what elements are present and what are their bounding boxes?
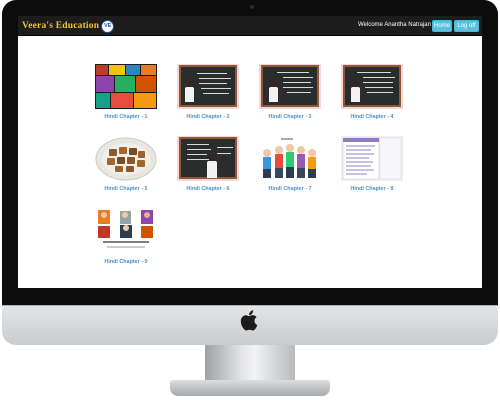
cartoon-children-image <box>263 138 316 178</box>
chapter-thumbnail[interactable] <box>95 136 157 181</box>
chapter-thumbnail[interactable] <box>341 64 403 109</box>
chapter-link[interactable]: Hindi Chapter - 1 <box>91 114 161 120</box>
chapter-thumbnail[interactable] <box>259 136 321 181</box>
chapter-link[interactable]: Hindi Chapter - 2 <box>173 114 243 120</box>
chapter-thumbnail[interactable] <box>177 136 239 181</box>
brand-title: Veera's Education <box>22 21 100 31</box>
apple-logo-icon <box>240 310 258 331</box>
brand-logo-icon: VE <box>101 19 115 33</box>
blackboard-image <box>179 137 237 179</box>
chapter-link[interactable]: Hindi Chapter - 9 <box>91 259 161 265</box>
chapter-thumbnail[interactable] <box>259 64 321 109</box>
chapter-link[interactable]: Hindi Chapter - 8 <box>337 186 407 192</box>
logoff-button[interactable]: Log off <box>454 20 479 32</box>
camera-dot <box>250 5 254 9</box>
collage-image <box>95 64 157 109</box>
singular-plural-image <box>95 209 157 254</box>
blackboard-image <box>261 65 319 107</box>
welcome-text: Welcome Anantha Natrajan <box>358 22 431 28</box>
chapter-thumbnail[interactable] <box>95 209 157 254</box>
brand[interactable]: Veera's Education VE <box>22 19 115 33</box>
chapter-card[interactable]: Hindi Chapter - 7 <box>255 136 325 202</box>
chapter-card[interactable]: Hindi Chapter - 4 <box>337 64 407 130</box>
chapter-thumbnail[interactable] <box>95 64 157 109</box>
chapter-card[interactable]: Hindi Chapter - 8 <box>337 136 407 202</box>
chapter-card[interactable]: Hindi Chapter - 6 <box>173 136 243 202</box>
chapter-card[interactable]: Hindi Chapter - 1 <box>91 64 161 130</box>
chapter-thumbnail[interactable] <box>341 136 403 181</box>
sweets-plate-image <box>95 137 157 181</box>
book-page-image <box>341 136 403 181</box>
chapter-link[interactable]: Hindi Chapter - 6 <box>173 186 243 192</box>
chapter-card[interactable]: Hindi Chapter - 3 <box>255 64 325 130</box>
chapter-card[interactable]: Hindi Chapter - 5 <box>91 136 161 202</box>
blackboard-image <box>343 65 401 107</box>
chapter-link[interactable]: Hindi Chapter - 3 <box>255 114 325 120</box>
monitor-stand-foot <box>170 380 330 396</box>
chapter-link[interactable]: Hindi Chapter - 5 <box>91 186 161 192</box>
app-screen: Veera's Education VE Welcome Anantha Nat… <box>18 16 482 288</box>
chapter-card[interactable]: Hindi Chapter - 9 <box>91 209 161 275</box>
chapter-thumbnail[interactable] <box>177 64 239 109</box>
home-button[interactable]: Home <box>432 20 452 32</box>
chapter-link[interactable]: Hindi Chapter - 7 <box>255 186 325 192</box>
monitor-mockup: Veera's Education VE Welcome Anantha Nat… <box>0 0 500 400</box>
navbar: Veera's Education VE Welcome Anantha Nat… <box>18 16 482 36</box>
chapter-card[interactable]: Hindi Chapter - 2 <box>173 64 243 130</box>
blackboard-image <box>179 65 237 107</box>
monitor-stand-neck <box>205 345 295 385</box>
chapter-link[interactable]: Hindi Chapter - 4 <box>337 114 407 120</box>
